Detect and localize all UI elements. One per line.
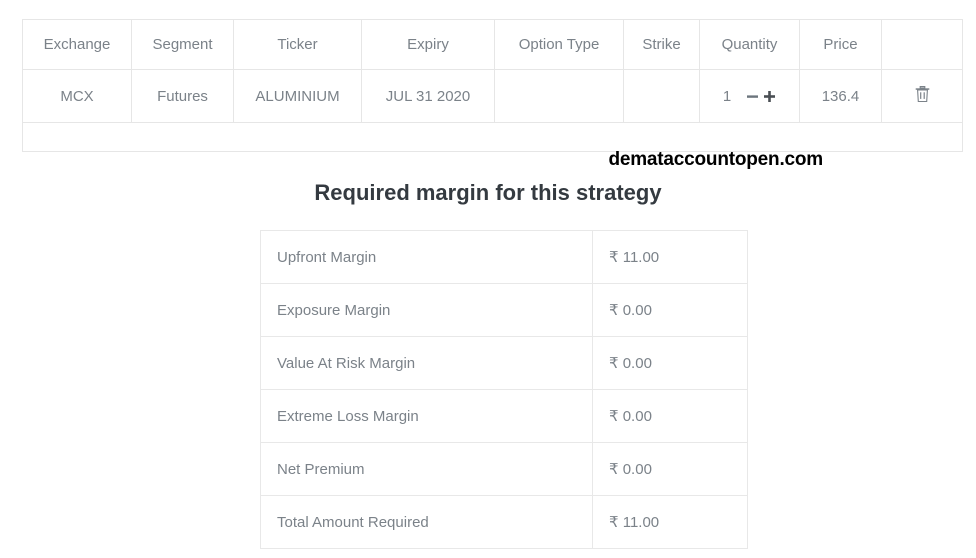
column-header-strike: Strike	[623, 19, 700, 70]
strategy-legs-table-container: Exchange Segment Ticker Expiry Option Ty…	[22, 19, 963, 152]
margin-label-value-at-risk-margin: Value At Risk Margin	[260, 336, 593, 390]
column-header-exchange: Exchange	[22, 19, 132, 70]
cell-empty-row	[22, 122, 963, 152]
quantity-stepper-controls	[745, 88, 776, 104]
column-header-expiry: Expiry	[361, 19, 495, 70]
page-title: Required margin for this strategy	[314, 180, 662, 205]
site-watermark: demataccountopen.com	[608, 149, 823, 170]
cell-expiry: JUL 31 2020	[361, 69, 495, 123]
column-header-action	[881, 19, 963, 70]
margin-value-upfront-margin: ₹ 11.00	[592, 230, 748, 284]
quantity-stepper: 1	[700, 88, 799, 105]
minus-icon[interactable]	[745, 88, 759, 104]
cell-segment: Futures	[131, 69, 234, 123]
trash-icon[interactable]	[914, 85, 931, 104]
table-row: Net Premium ₹ 0.00	[260, 442, 748, 496]
margin-label-exposure-margin: Exposure Margin	[260, 283, 593, 337]
column-header-ticker: Ticker	[233, 19, 362, 70]
table-row: Extreme Loss Margin ₹ 0.00	[260, 389, 748, 443]
table-row: Value At Risk Margin ₹ 0.00	[260, 336, 748, 390]
plus-icon[interactable]	[762, 88, 776, 104]
margin-label-extreme-loss-margin: Extreme Loss Margin	[260, 389, 593, 443]
table-row: MCX Futures ALUMINIUM JUL 31 2020 1 136.…	[22, 69, 963, 123]
quantity-value: 1	[722, 87, 732, 105]
table-row-empty	[22, 122, 963, 152]
cell-action	[881, 69, 963, 123]
table-row: Total Amount Required ₹ 11.00	[260, 495, 748, 549]
strategy-legs-table: Exchange Segment Ticker Expiry Option Ty…	[22, 19, 963, 152]
margin-label-upfront-margin: Upfront Margin	[260, 230, 593, 284]
legs-table-head: Exchange Segment Ticker Expiry Option Ty…	[22, 19, 963, 70]
cell-exchange: MCX	[22, 69, 132, 123]
margin-table-body: Upfront Margin ₹ 11.00 Exposure Margin ₹…	[260, 230, 748, 549]
table-row: Upfront Margin ₹ 11.00	[260, 230, 748, 284]
required-margin-table: Upfront Margin ₹ 11.00 Exposure Margin ₹…	[260, 230, 748, 549]
column-header-quantity: Quantity	[699, 19, 800, 70]
margin-label-net-premium: Net Premium	[260, 442, 593, 496]
cell-price: 136.4	[799, 69, 882, 123]
cell-strike	[623, 69, 700, 123]
column-header-segment: Segment	[131, 19, 234, 70]
margin-value-net-premium: ₹ 0.00	[592, 442, 748, 496]
margin-value-exposure-margin: ₹ 0.00	[592, 283, 748, 337]
legs-table-header-row: Exchange Segment Ticker Expiry Option Ty…	[22, 19, 963, 70]
cell-ticker: ALUMINIUM	[233, 69, 362, 123]
margin-value-value-at-risk-margin: ₹ 0.00	[592, 336, 748, 390]
legs-table-body: MCX Futures ALUMINIUM JUL 31 2020 1 136.…	[22, 69, 963, 152]
table-row: Exposure Margin ₹ 0.00	[260, 283, 748, 337]
margin-value-total-amount-required: ₹ 11.00	[592, 495, 748, 549]
cell-quantity: 1	[699, 69, 800, 123]
margin-value-extreme-loss-margin: ₹ 0.00	[592, 389, 748, 443]
cell-option-type	[494, 69, 624, 123]
margin-label-total-amount-required: Total Amount Required	[260, 495, 593, 549]
column-header-option-type: Option Type	[494, 19, 624, 70]
required-margin-table-container: Upfront Margin ₹ 11.00 Exposure Margin ₹…	[260, 230, 748, 549]
column-header-price: Price	[799, 19, 882, 70]
